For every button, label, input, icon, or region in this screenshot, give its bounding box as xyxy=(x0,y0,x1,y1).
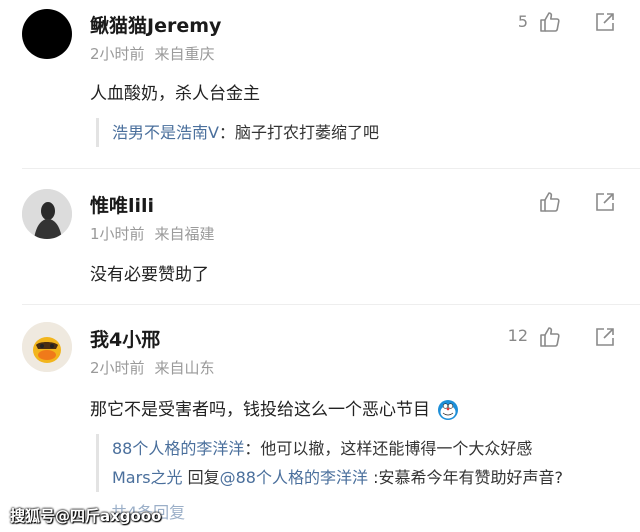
reply-author[interactable]: 88个人格的李洋洋 xyxy=(112,439,244,458)
reply-item[interactable]: 浩男不是浩南V：脑子打农打萎缩了吧 xyxy=(112,118,379,147)
divider xyxy=(22,304,640,305)
reply-separator: : xyxy=(368,468,379,487)
share-icon[interactable] xyxy=(593,10,617,34)
comment-meta: 2小时前 来自重庆 xyxy=(90,43,215,64)
comment-text: 没有必要赞助了 xyxy=(90,265,209,285)
reply-content: 脑子打农打萎缩了吧 xyxy=(234,123,379,142)
location: 来自福建 xyxy=(154,225,215,243)
reply-separator: ： xyxy=(218,123,235,142)
avatar[interactable] xyxy=(22,322,72,372)
reply-content: 安慕希今年有赞助好声音? xyxy=(378,468,563,487)
avatar[interactable] xyxy=(22,189,72,239)
timestamp: 1小时前 xyxy=(90,225,145,243)
watermark: 搜狐号@四斤axgooo xyxy=(10,507,162,525)
thumbs-up-icon[interactable] xyxy=(538,10,562,34)
thumbs-up-icon[interactable] xyxy=(538,325,562,349)
comment-meta: 1小时前 来自福建 xyxy=(90,223,215,244)
reply-thread: 浩男不是浩南V：脑子打农打萎缩了吧 xyxy=(96,118,379,147)
reply-target[interactable]: @88个人格的李洋洋 xyxy=(220,468,368,487)
avatar[interactable] xyxy=(22,9,72,59)
reply-author[interactable]: Mars之光 xyxy=(112,468,183,487)
location: 来自重庆 xyxy=(154,45,215,63)
reply-author[interactable]: 浩男不是浩南V xyxy=(112,123,219,142)
timestamp: 2小时前 xyxy=(90,45,145,63)
reply-thread: 88个人格的李洋洋：他可以撤，这样还能博得一个大众好感 Mars之光 回复@88… xyxy=(96,434,563,492)
comment-text: 人血酸奶，杀人台金主 xyxy=(90,84,260,104)
thumbs-up-icon[interactable] xyxy=(538,190,562,214)
username[interactable]: 我4小邢 xyxy=(90,325,160,352)
like-count: 12 xyxy=(507,326,528,345)
like-count: 5 xyxy=(517,12,528,31)
share-icon[interactable] xyxy=(593,190,617,214)
reply-content: 他可以撤，这样还能博得一个大众好感 xyxy=(260,439,533,458)
username[interactable]: 鳅猫猫Jeremy xyxy=(90,11,221,38)
location: 来自山东 xyxy=(154,359,215,377)
reply-word: 回复 xyxy=(182,468,220,487)
timestamp: 2小时前 xyxy=(90,359,145,377)
comment-text: 那它不是受害者吗，钱投给这么一个恶心节目 xyxy=(90,395,459,421)
doraemon-emoji-icon xyxy=(437,399,459,421)
divider xyxy=(22,168,640,169)
reply-separator: ： xyxy=(244,439,261,458)
share-icon[interactable] xyxy=(593,325,617,349)
comment-meta: 2小时前 来自山东 xyxy=(90,357,215,378)
username[interactable]: 惟唯lili xyxy=(90,191,154,218)
comment-text-content: 那它不是受害者吗，钱投给这么一个恶心节目 xyxy=(90,400,430,420)
reply-item[interactable]: 88个人格的李洋洋：他可以撤，这样还能博得一个大众好感 xyxy=(112,434,563,463)
reply-item[interactable]: Mars之光 回复@88个人格的李洋洋 :安慕希今年有赞助好声音? xyxy=(112,463,563,492)
